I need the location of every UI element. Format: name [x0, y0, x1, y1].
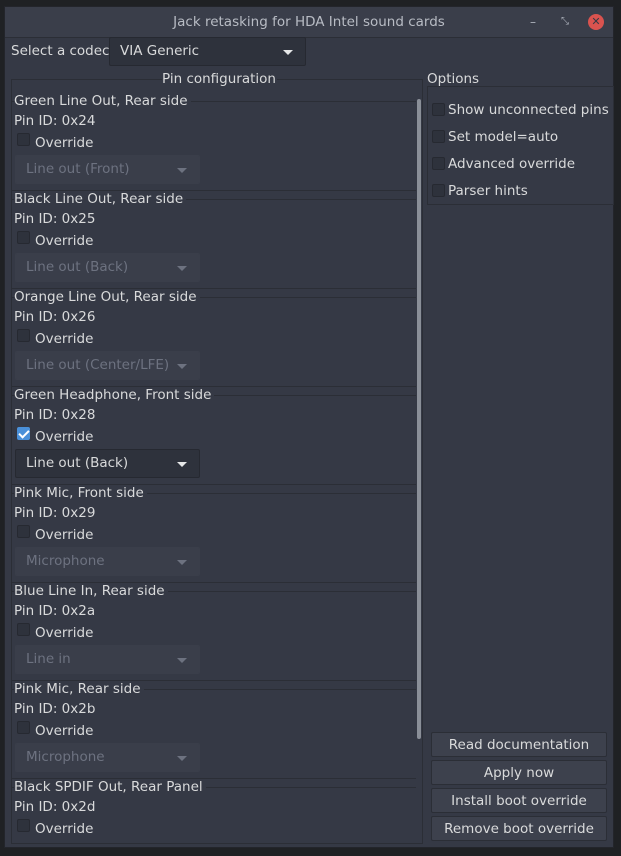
- pin-function-select: Line out (Center/LFE): [15, 351, 200, 380]
- pin-id: Pin ID: 0x26: [14, 309, 96, 325]
- pin-id: Pin ID: 0x2a: [14, 603, 96, 619]
- chevron-down-icon: [177, 462, 187, 467]
- pin-title: Black Line Out, Rear side: [14, 191, 187, 207]
- pin-group: Green Line Out, Rear side Pin ID: 0x24 O…: [12, 93, 416, 191]
- pin-function-select: Line out (Back): [15, 253, 200, 282]
- option-label[interactable]: Parser hints: [448, 183, 528, 199]
- pin-id: Pin ID: 0x2b: [14, 701, 96, 717]
- chevron-down-icon: [177, 266, 187, 271]
- override-checkbox[interactable]: [17, 329, 30, 342]
- options-panel: Show unconnected pins Set model=auto Adv…: [427, 86, 614, 205]
- button-label: Install boot override: [451, 793, 587, 809]
- parser-hints-checkbox[interactable]: [432, 184, 445, 197]
- pin-group: Green Headphone, Front side Pin ID: 0x28…: [12, 387, 416, 485]
- frame-divider: [277, 79, 422, 80]
- window-title: Jack retasking for HDA Intel sound cards: [173, 14, 445, 30]
- override-checkbox[interactable]: [17, 231, 30, 244]
- override-label[interactable]: Override: [35, 135, 93, 151]
- pin-function-value: Line in: [26, 651, 71, 667]
- button-label: Apply now: [483, 765, 555, 781]
- pin-function-value: Line out (Center/LFE): [26, 357, 170, 373]
- override-checkbox[interactable]: [17, 721, 30, 734]
- codec-select-value: VIA Generic: [120, 43, 200, 59]
- pin-title: Green Headphone, Front side: [14, 387, 215, 403]
- chevron-down-icon: [177, 756, 187, 761]
- options-heading: Options: [427, 71, 480, 87]
- pin-function-value: Microphone: [26, 553, 105, 569]
- pin-group: Pink Mic, Front side Pin ID: 0x29 Overri…: [12, 485, 416, 583]
- override-checkbox[interactable]: [17, 133, 30, 146]
- override-checkbox[interactable]: [17, 427, 30, 440]
- override-label[interactable]: Override: [35, 527, 93, 543]
- read-documentation-button[interactable]: Read documentation: [431, 732, 607, 757]
- pin-group: Orange Line Out, Rear side Pin ID: 0x26 …: [12, 289, 416, 387]
- close-icon[interactable]: ✕: [588, 14, 604, 30]
- pin-configuration-panel: Green Line Out, Rear side Pin ID: 0x24 O…: [11, 79, 423, 844]
- advanced-override-checkbox[interactable]: [432, 157, 445, 170]
- pin-id: Pin ID: 0x29: [14, 505, 96, 521]
- override-checkbox[interactable]: [17, 819, 30, 832]
- option-label[interactable]: Show unconnected pins: [448, 102, 609, 118]
- pin-group: Black Line Out, Rear side Pin ID: 0x25 O…: [12, 191, 416, 289]
- app-window: Jack retasking for HDA Intel sound cards…: [4, 6, 614, 848]
- pin-function-value: Microphone: [26, 749, 105, 765]
- maximize-icon[interactable]: ⤡: [557, 14, 573, 30]
- pin-title: Orange Line Out, Rear side: [14, 289, 200, 305]
- pin-title: Blue Line In, Rear side: [14, 583, 168, 599]
- pin-id: Pin ID: 0x24: [14, 113, 96, 129]
- chevron-down-icon: [283, 50, 293, 55]
- pin-function-select: Line out (Front): [15, 155, 200, 184]
- pin-function-value: Line out (Back): [26, 259, 129, 275]
- chevron-down-icon: [177, 560, 187, 565]
- pin-function-select: Line in: [15, 645, 200, 674]
- override-label[interactable]: Override: [35, 233, 93, 249]
- remove-boot-override-button[interactable]: Remove boot override: [431, 816, 607, 841]
- pin-id: Pin ID: 0x2d: [14, 799, 96, 815]
- pin-function-value: Line out (Back): [26, 455, 129, 471]
- pin-title: Black SPDIF Out, Rear Panel: [14, 779, 206, 795]
- chevron-down-icon: [177, 658, 187, 663]
- override-label[interactable]: Override: [35, 723, 93, 739]
- pin-group: Blue Line In, Rear side Pin ID: 0x2a Ove…: [12, 583, 416, 681]
- chevron-down-icon: [177, 364, 187, 369]
- set-model-auto-checkbox[interactable]: [432, 130, 445, 143]
- pin-title: Pink Mic, Rear side: [14, 681, 144, 697]
- chevron-down-icon: [177, 168, 187, 173]
- install-boot-override-button[interactable]: Install boot override: [431, 788, 607, 813]
- option-label[interactable]: Advanced override: [448, 156, 575, 172]
- override-label[interactable]: Override: [35, 331, 93, 347]
- pin-function-select: Microphone: [15, 547, 200, 576]
- pin-id: Pin ID: 0x28: [14, 407, 96, 423]
- pin-function-value: Line out (Front): [26, 161, 130, 177]
- apply-now-button[interactable]: Apply now: [431, 760, 607, 785]
- pin-list-scrollbar[interactable]: [417, 99, 421, 739]
- codec-label: Select a codec:: [11, 43, 115, 59]
- button-label: Remove boot override: [444, 821, 594, 837]
- pin-title: Green Line Out, Rear side: [14, 93, 191, 109]
- override-label[interactable]: Override: [35, 821, 93, 837]
- override-checkbox[interactable]: [17, 525, 30, 538]
- pin-id: Pin ID: 0x25: [14, 211, 96, 227]
- override-label[interactable]: Override: [35, 429, 93, 445]
- pin-function-select[interactable]: Line out (Back): [15, 449, 200, 478]
- title-bar[interactable]: Jack retasking for HDA Intel sound cards…: [5, 7, 613, 38]
- show-unconnected-checkbox[interactable]: [432, 103, 445, 116]
- codec-select[interactable]: VIA Generic: [109, 37, 306, 66]
- option-label[interactable]: Set model=auto: [448, 129, 558, 145]
- minimize-icon[interactable]: –: [525, 14, 541, 30]
- override-checkbox[interactable]: [17, 623, 30, 636]
- frame-divider: [12, 79, 162, 80]
- pin-group: Black SPDIF Out, Rear Panel Pin ID: 0x2d…: [12, 779, 416, 843]
- pin-title: Pink Mic, Front side: [14, 485, 147, 501]
- pin-group: Pink Mic, Rear side Pin ID: 0x2b Overrid…: [12, 681, 416, 779]
- button-label: Read documentation: [448, 737, 590, 753]
- pin-function-select: Microphone: [15, 743, 200, 772]
- override-label[interactable]: Override: [35, 625, 93, 641]
